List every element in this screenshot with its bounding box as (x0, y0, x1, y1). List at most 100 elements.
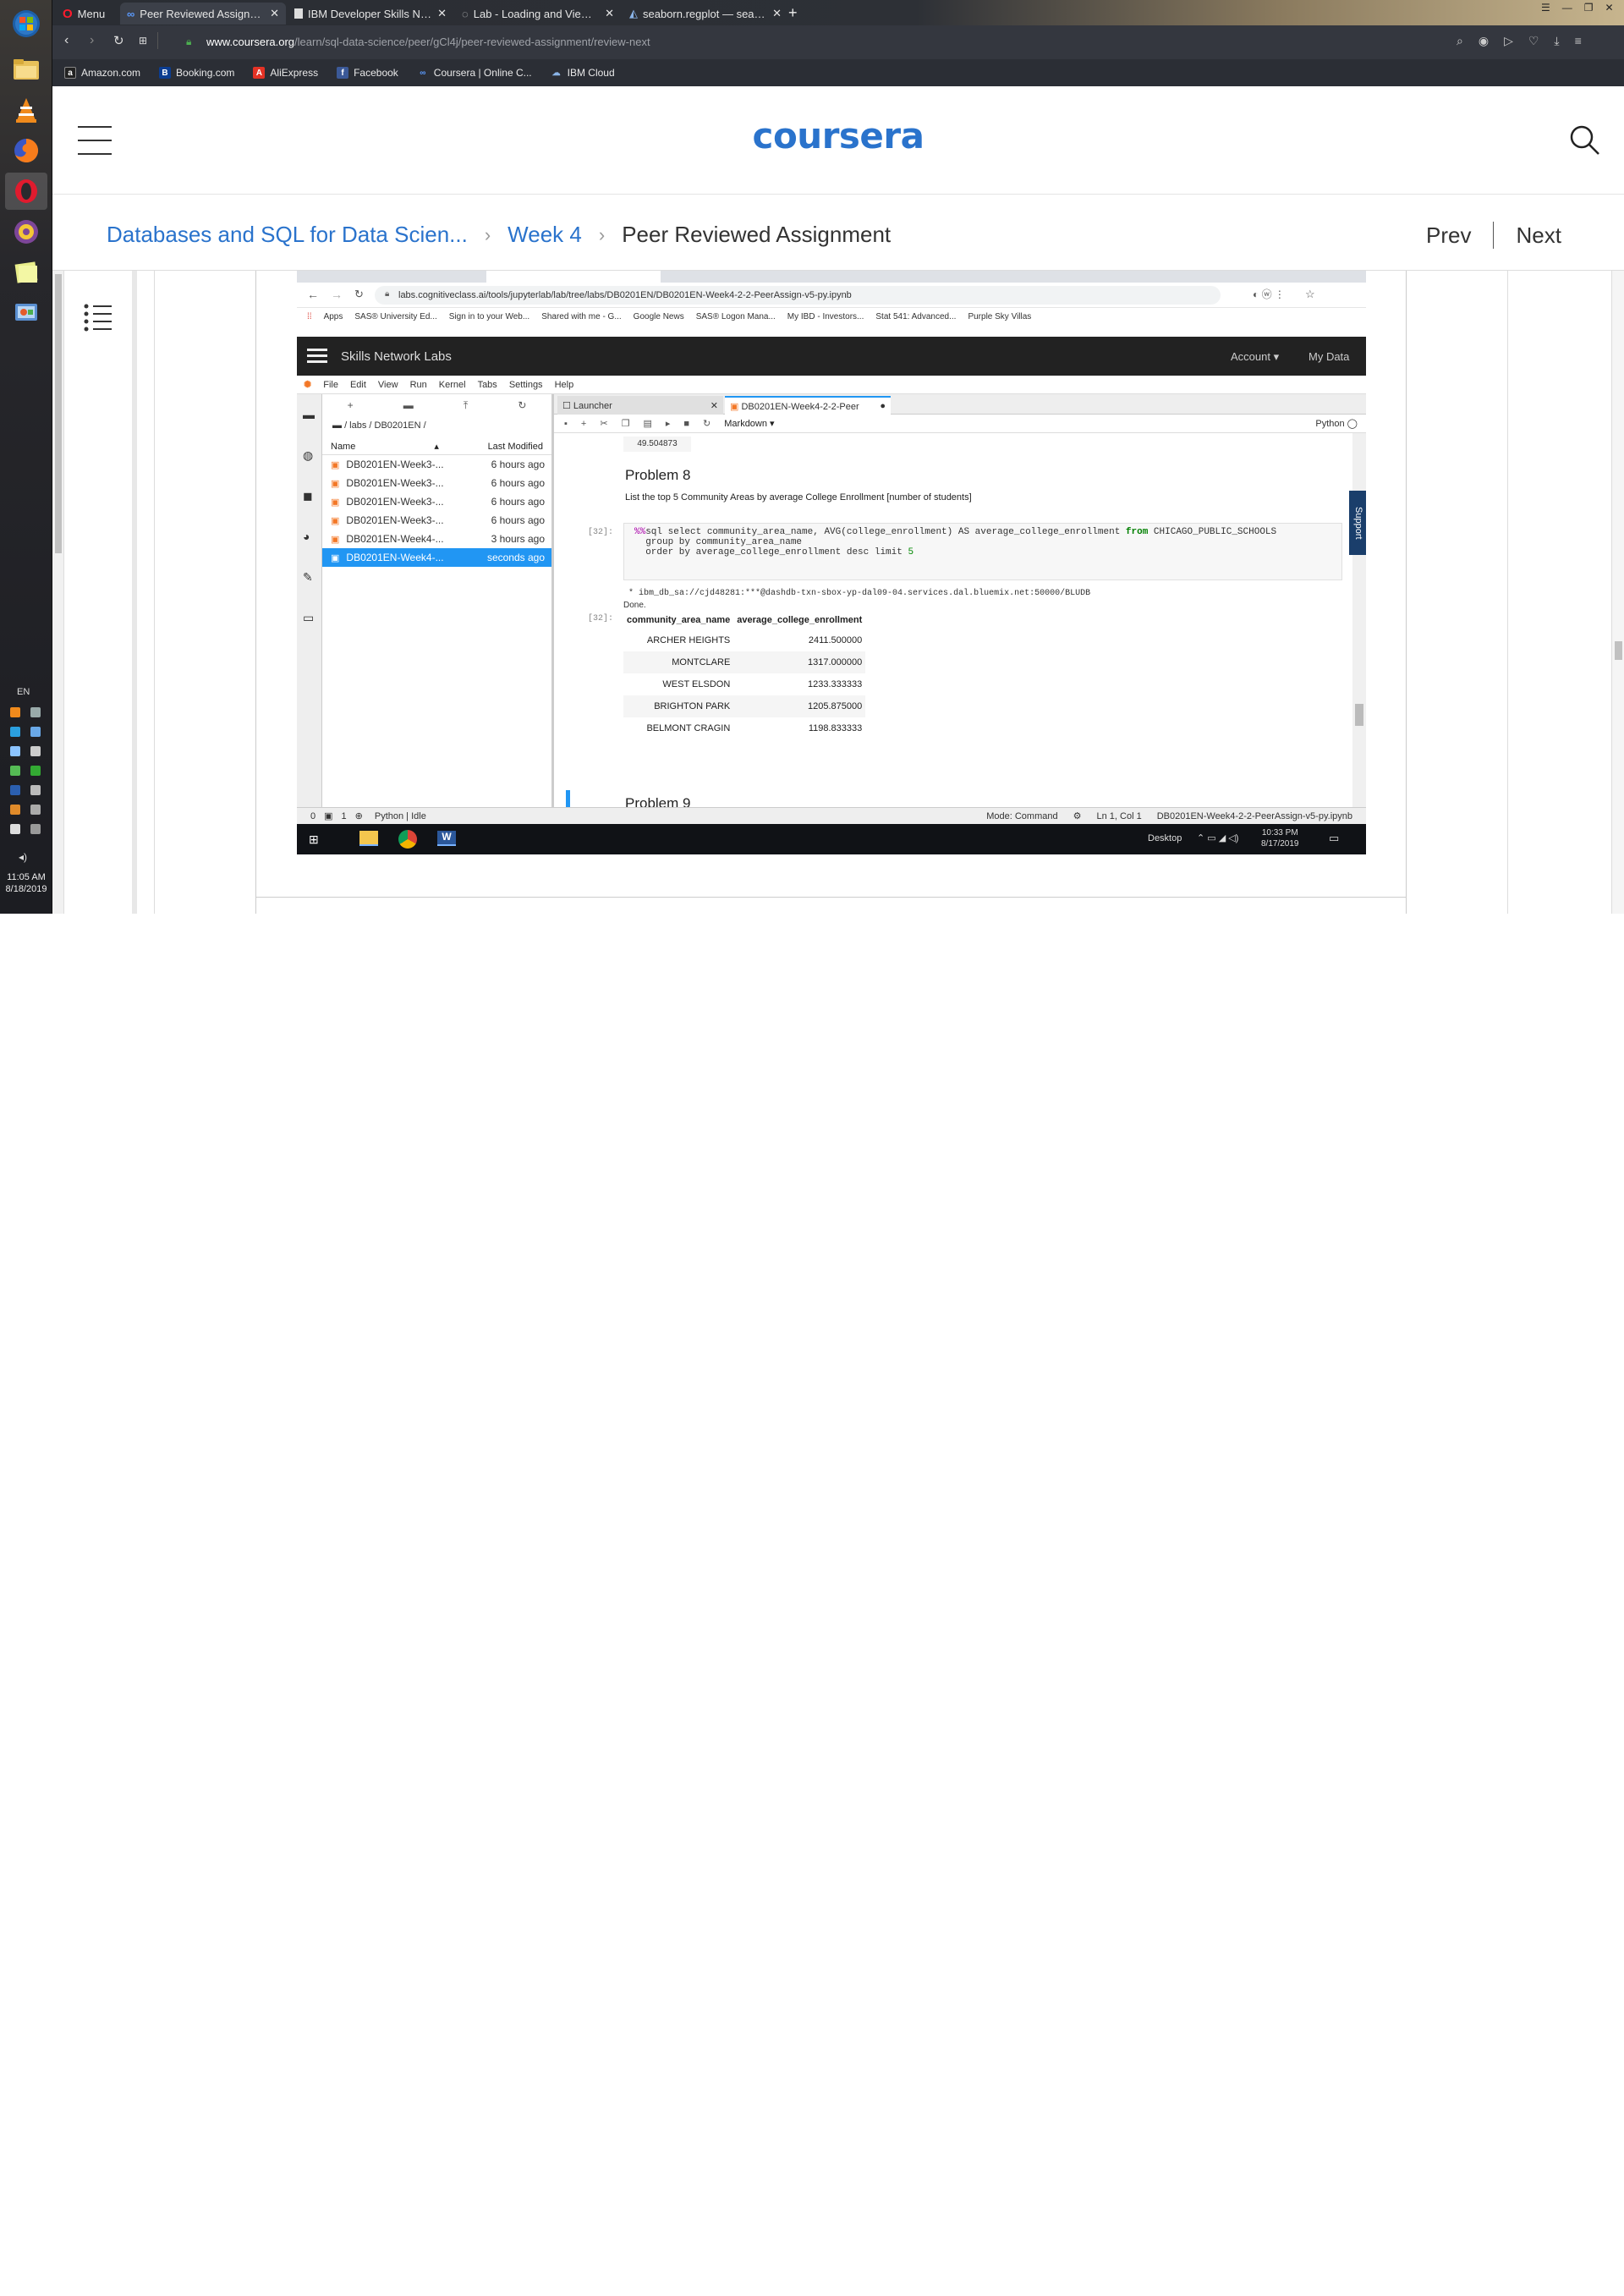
bookmark-ibm-cloud[interactable]: ☁ IBM Cloud (551, 67, 615, 79)
tray-device-icon[interactable] (30, 805, 41, 815)
volume-icon[interactable]: ◂) (19, 851, 27, 863)
file-modified: 6 hours ago (491, 459, 545, 470)
inner-back-icon: ← (307, 288, 319, 301)
breadcrumb-trail: Databases and SQL for Data Scien... › We… (107, 222, 891, 248)
easy-setup-icon[interactable]: ☰ (1541, 2, 1550, 14)
status-filename: DB0201EN-Week4-2-2-PeerAssign-v5-py.ipyn… (1156, 810, 1352, 821)
control-panel-icon[interactable] (5, 294, 47, 332)
file-modified: seconds ago (486, 552, 545, 563)
bookmark-facebook[interactable]: f Facebook (337, 67, 398, 79)
firefox-icon[interactable] (5, 132, 47, 169)
tray-update-icon[interactable] (10, 805, 20, 815)
system-clock[interactable]: 11:05 AM 8/18/2019 (0, 871, 52, 895)
maximize-window-button[interactable]: ❐ (1584, 2, 1594, 14)
opera-icon[interactable] (5, 173, 47, 210)
notebook-scrollbar-thumb (1355, 704, 1363, 726)
file-row: ▣ DB0201EN-Week3-... 6 hours ago (322, 474, 551, 492)
search-icon[interactable]: ⌕ (1457, 34, 1463, 48)
menu-icon[interactable]: ≡ (1575, 34, 1582, 48)
breadcrumb-week-link[interactable]: Week 4 (508, 222, 582, 248)
right-divider (1507, 271, 1508, 914)
skills-menu-icon (307, 349, 327, 364)
output-prompt: [32]: (588, 614, 614, 623)
search-icon[interactable] (1568, 124, 1602, 157)
palette-icon: ◕ (303, 530, 310, 543)
community-area-cell: BELMONT CRAGIN (646, 723, 731, 733)
notebook-area: ☐ Launcher ✕ ▣ DB0201EN-Week4-2-2-Peer ● ▪… (554, 394, 1366, 807)
tab-peer-reviewed-assignment[interactable]: ∞ Peer Reviewed Assignment ✕ (120, 3, 286, 25)
file-header-name: Name (331, 442, 356, 452)
breadcrumb-course-link[interactable]: Databases and SQL for Data Scien... (107, 222, 468, 248)
windows-start-icon[interactable] (5, 5, 47, 42)
seaborn-tab-icon: ◭ (629, 7, 638, 19)
language-indicator[interactable]: EN (17, 687, 30, 697)
problem-8-heading: Problem 8 (625, 467, 691, 483)
community-area-cell: MONTCLARE (623, 651, 734, 673)
menu-help: Help (554, 379, 574, 390)
prev-button[interactable]: Prev (1426, 222, 1471, 249)
forward-button[interactable]: › (90, 33, 94, 48)
tray-usb-icon[interactable] (30, 707, 41, 717)
bookmark-aliexpress[interactable]: A AliExpress (253, 67, 318, 79)
new-tab-button[interactable]: + (788, 4, 798, 22)
close-tab-icon[interactable]: ✕ (605, 7, 614, 20)
result-table: community_area_name average_college_enro… (623, 611, 866, 739)
tray-z-icon[interactable] (10, 785, 20, 795)
close-tab-icon[interactable]: ✕ (437, 7, 447, 20)
tray-network-icon[interactable] (30, 727, 41, 737)
url-field[interactable]: www.coursera.org/learn/sql-data-science/… (206, 36, 650, 48)
tray-flag-icon[interactable] (10, 824, 20, 834)
coursera-logo[interactable]: coursera (52, 115, 1624, 157)
bookmark-booking[interactable]: B Booking.com (159, 67, 234, 79)
left-scrollbar-thumb[interactable] (55, 274, 62, 553)
code-number: 5 (908, 547, 914, 558)
page-scrollbar[interactable] (1611, 271, 1624, 914)
vlc-icon[interactable] (5, 91, 47, 129)
send-icon[interactable]: ▷ (1504, 34, 1513, 48)
tray-cloud-icon[interactable] (10, 746, 20, 756)
page-tab-icon (294, 8, 303, 19)
refresh-icon: ↻ (518, 399, 527, 411)
camera-icon[interactable]: ◉ (1479, 34, 1489, 48)
tab-ibm-developer-skills[interactable]: IBM Developer Skills Netw ✕ (288, 3, 453, 25)
reload-icon[interactable]: ↻ (113, 33, 124, 48)
tab-seaborn-regplot[interactable]: ◭ seaborn.regplot — seaborn ✕ (623, 3, 788, 25)
minimize-window-button[interactable]: — (1562, 2, 1572, 14)
close-tab-icon[interactable]: ✕ (772, 7, 782, 20)
close-tab-icon: ✕ (710, 400, 718, 411)
sticky-notes-icon[interactable] (5, 254, 47, 291)
tray-vlc-icon[interactable] (10, 707, 20, 717)
input-prompt: [32]: (588, 528, 614, 537)
next-button[interactable]: Next (1516, 222, 1561, 249)
back-button[interactable]: ‹ (64, 33, 69, 48)
inner-explorer-icon (359, 831, 378, 846)
facebook-icon: f (337, 67, 349, 79)
file-modified: 3 hours ago (491, 533, 545, 545)
table-row: BELMONT CRAGIN 1198.833333 (623, 717, 865, 739)
close-window-button[interactable]: ✕ (1605, 2, 1614, 14)
opera-menu-button[interactable]: O Menu (56, 3, 118, 25)
file-path-text: / labs / DB0201EN / (344, 420, 426, 431)
file-explorer-icon[interactable] (5, 51, 47, 88)
tray-shield-icon[interactable] (10, 766, 20, 776)
tray-display-icon[interactable] (30, 824, 41, 834)
bookmark-coursera[interactable]: ∞ Coursera | Online C... (417, 67, 531, 79)
left-scrollbar[interactable] (52, 271, 64, 914)
outline-list-icon[interactable] (83, 303, 113, 332)
file-modified: 6 hours ago (491, 496, 545, 508)
account-menu: Account ▾ (1231, 350, 1280, 363)
file-name: DB0201EN-Week3-... (346, 459, 444, 470)
tray-printer-icon[interactable] (30, 746, 41, 756)
heart-icon[interactable]: ♡ (1528, 34, 1539, 48)
tray-onedrive-icon[interactable] (10, 727, 20, 737)
tray-nvidia-icon[interactable] (30, 766, 41, 776)
tab-lab-loading-viewing[interactable]: ◌ Lab - Loading and Viewing ✕ (455, 3, 621, 25)
close-tab-icon[interactable]: ✕ (270, 7, 279, 20)
download-icon[interactable]: ⤓ (1554, 34, 1559, 48)
page-scrollbar-thumb[interactable] (1615, 641, 1622, 660)
tray-monitor-icon[interactable] (30, 785, 41, 795)
tor-browser-icon[interactable] (5, 213, 47, 250)
bookmark-amazon[interactable]: a Amazon.com (64, 67, 140, 79)
speed-dial-icon[interactable]: ⊞ (139, 35, 147, 47)
result-header: community_area_name (627, 615, 731, 625)
